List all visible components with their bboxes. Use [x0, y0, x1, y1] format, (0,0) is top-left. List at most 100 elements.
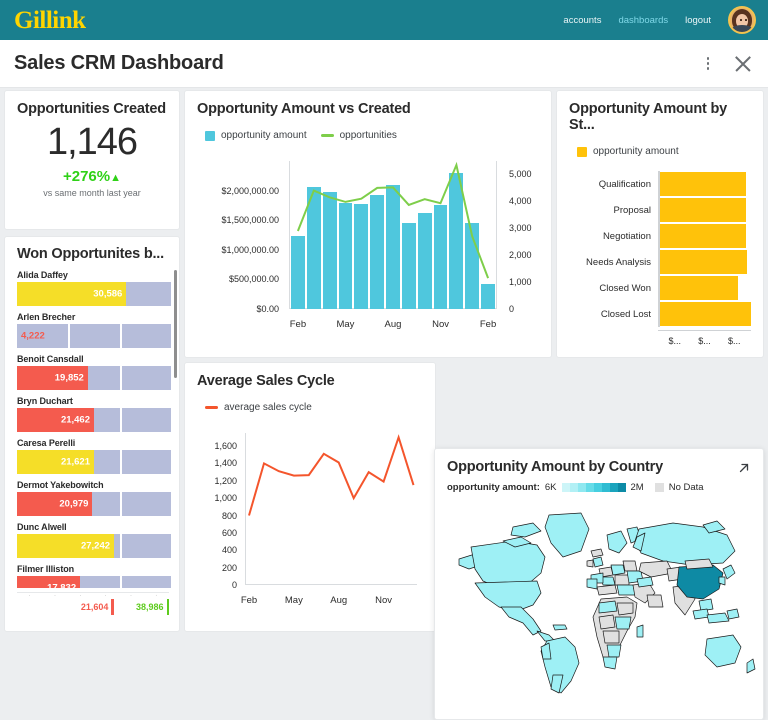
x-axis-tick: Feb — [289, 319, 307, 330]
stage-row-track — [658, 275, 751, 301]
avatar[interactable] — [728, 6, 756, 34]
page-title: Sales CRM Dashboard — [14, 52, 224, 74]
legend-label: opportunity amount — [221, 130, 307, 141]
legend-label: opportunities — [339, 130, 397, 141]
stage-row[interactable]: Closed Lost — [569, 301, 751, 327]
bar[interactable] — [386, 185, 400, 309]
map-legend-swatch — [569, 483, 578, 492]
stage-bar[interactable] — [660, 198, 746, 222]
bullet-row-fill: 20,979 — [17, 492, 93, 516]
stage-bar[interactable] — [660, 302, 751, 326]
bullet-row[interactable]: Arlen Brecher 4,222 — [17, 312, 171, 348]
bullet-row-value: 4,222 — [21, 330, 45, 342]
bar[interactable] — [481, 284, 495, 309]
bar[interactable] — [354, 204, 369, 309]
brand-logo[interactable]: Gillink — [14, 8, 86, 33]
nav-link-accounts[interactable]: accounts — [563, 15, 601, 26]
bar[interactable] — [449, 173, 464, 309]
bullet-tick — [119, 450, 122, 474]
stage-row[interactable]: Proposal — [569, 197, 751, 223]
card-opportunity-amount-by-country: Opportunity Amount by Country opportunit… — [434, 448, 764, 720]
bullet-tick — [119, 576, 122, 588]
bullet-tick — [119, 408, 122, 432]
world-map[interactable] — [441, 507, 759, 707]
bullet-row-name: Caresa Perelli — [17, 438, 76, 448]
nav-link-dashboards[interactable]: dashboards — [618, 15, 668, 26]
stage-bar[interactable] — [660, 276, 739, 300]
bullet-row-value: 20,979 — [59, 498, 89, 510]
map-legend-nodata-swatch — [654, 483, 664, 492]
x-axis-tick: Nov — [375, 595, 393, 606]
stage-row[interactable]: Needs Analysis — [569, 249, 751, 275]
x-axis-tick: May — [284, 595, 303, 606]
bullet-row-value: 19,852 — [54, 372, 84, 384]
cycle-line-series[interactable] — [197, 427, 425, 613]
stage-bar[interactable] — [660, 224, 746, 248]
bar[interactable] — [465, 222, 480, 309]
bullet-row-fill: 21,621 — [17, 450, 94, 474]
bullet-row-name: Arlen Brecher — [17, 312, 76, 322]
bar[interactable] — [306, 187, 321, 309]
bar[interactable] — [322, 191, 337, 309]
legend-item-average-sales-cycle[interactable]: average sales cycle — [205, 402, 312, 413]
combo-plot-area[interactable]: $0.00 $500,000.00 $1,000,000.00 $1,500,000.… — [197, 155, 539, 337]
cycle-plot-area[interactable]: 0 200 400 600 800 1,000 1,200 1,400 1,600 Feb May A… — [197, 427, 423, 613]
bullet-row[interactable]: Dermot Yakebowitch 20,979 — [17, 480, 171, 516]
bullet-row-track: 19,852 — [17, 366, 171, 390]
map-title: Opportunity Amount by Country — [447, 459, 663, 475]
bar[interactable] — [370, 194, 385, 309]
bar[interactable] — [338, 203, 353, 309]
scrollbar[interactable] — [173, 270, 177, 378]
stage-row-track — [658, 223, 751, 249]
bar[interactable] — [401, 222, 416, 309]
bullet-row[interactable]: Caresa Perelli 21,621 — [17, 438, 171, 474]
bullet-row-fill: 27,242 — [17, 534, 115, 558]
bullet-row[interactable]: Bryn Duchart 21,462 — [17, 396, 171, 432]
bullet-row-track: 17,832 — [17, 576, 171, 588]
stage-bars[interactable]: Qualification Proposal Negotiation Needs An… — [569, 171, 751, 327]
legend-item-opportunities[interactable]: opportunities — [320, 130, 397, 141]
bullet-row[interactable]: Filmer Illiston 17,832 — [17, 564, 171, 588]
bar[interactable] — [291, 235, 305, 309]
bar[interactable] — [417, 213, 432, 309]
card-opportunity-amount-by-stage: Opportunity Amount by St... opportunity … — [556, 90, 764, 358]
bullet-row-fill: 19,852 — [17, 366, 88, 390]
stage-bar[interactable] — [660, 250, 748, 274]
bullet-row[interactable]: Dunc Alwell 27,242 — [17, 522, 171, 558]
nav-link-logout[interactable]: logout — [685, 15, 711, 26]
stage-row-track — [658, 197, 751, 223]
stage-bar[interactable] — [660, 172, 747, 196]
stage-row[interactable]: Negotiation — [569, 223, 751, 249]
kebab-menu-icon[interactable] — [700, 55, 716, 73]
y-axis-tick-left: $1,500,000.00 — [221, 215, 279, 226]
legend-item-opportunity-amount[interactable]: opportunity amount — [205, 130, 307, 141]
map-legend-swatch — [593, 483, 602, 492]
legend-item-opportunity-amount[interactable]: opportunity amount — [577, 146, 679, 157]
stage-x-tick: $... — [668, 336, 681, 346]
bullet-row[interactable]: Alida Daffey 30,586 — [17, 270, 171, 306]
bullet-footer-high-value: 38,986 — [135, 602, 164, 612]
bullet-tick — [119, 534, 122, 558]
stage-row[interactable]: Qualification — [569, 171, 751, 197]
expand-arrow-icon[interactable] — [737, 461, 751, 475]
close-icon[interactable] — [734, 55, 752, 73]
bullet-row-name: Dunc Alwell — [17, 522, 67, 532]
bullet-row[interactable]: Benoit Cansdall 19,852 — [17, 354, 171, 390]
bullet-row-fill: 30,586 — [17, 282, 127, 306]
bullet-row-value: 17,832 — [47, 582, 77, 589]
card-opportunities-created: Opportunities Created 1,146 +276%▲ vs sa… — [4, 90, 180, 230]
combo-legend: opportunity amount opportunities — [205, 130, 539, 141]
bullet-row-value: 21,462 — [60, 414, 90, 426]
bullet-list[interactable]: Alida Daffey 30,586 Arlen Brecher 4,222 Beno… — [5, 270, 179, 588]
legend-label: average sales cycle — [224, 402, 312, 413]
bar[interactable] — [433, 205, 448, 309]
y-axis-tick-left: $0.00 — [256, 304, 279, 314]
world-map-svg[interactable] — [441, 507, 759, 707]
stage-row-label: Qualification — [598, 178, 651, 190]
stage-row[interactable]: Closed Won — [569, 275, 751, 301]
map-legend-gradient — [561, 483, 626, 492]
stage-x-tick: $... — [727, 336, 741, 346]
map-legend-swatch — [617, 483, 626, 492]
map-legend-nodata-label: No Data — [668, 482, 704, 493]
combo-bars[interactable] — [290, 161, 496, 309]
